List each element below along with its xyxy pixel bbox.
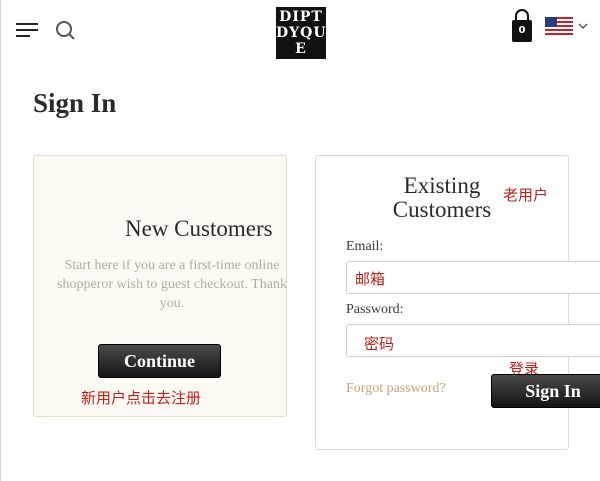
forgot-password-link[interactable]: Forgot password? [346, 381, 446, 397]
existing-heading-line-1: Existing [403, 173, 481, 198]
new-customers-description: Start here if you are a first-time onlin… [57, 258, 287, 311]
sign-in-button[interactable]: Sign In [491, 374, 600, 408]
existing-customers-heading: Existing Customers [372, 174, 512, 222]
bag-count: 0 [518, 25, 526, 36]
password-placeholder: 密码 [364, 335, 395, 353]
shopping-bag-button[interactable]: 0 [509, 8, 535, 44]
page-title: Sign In [33, 88, 117, 118]
menu-icon[interactable] [14, 20, 40, 40]
page-left-border [0, 0, 1, 481]
existing-heading-line-2: Customers [392, 197, 492, 222]
password-label: Password: [346, 302, 404, 317]
us-flag-icon[interactable] [545, 17, 573, 35]
logo-line-3: E [295, 41, 307, 57]
brand-logo[interactable]: DIPT DYQU E [276, 7, 326, 59]
chevron-down-icon[interactable] [578, 22, 588, 30]
continue-button[interactable]: Continue [98, 344, 221, 378]
email-placeholder: 邮箱 [355, 270, 386, 288]
search-icon[interactable] [54, 18, 78, 42]
logo-line-2: DYQU [276, 25, 327, 41]
register-annotation: 新用户点击去注册 [81, 389, 202, 407]
new-customers-heading: New Customers [125, 216, 273, 241]
logo-line-1: DIPT [279, 9, 323, 25]
email-label: Email: [346, 239, 384, 254]
existing-user-annotation: 老用户 [503, 186, 549, 204]
